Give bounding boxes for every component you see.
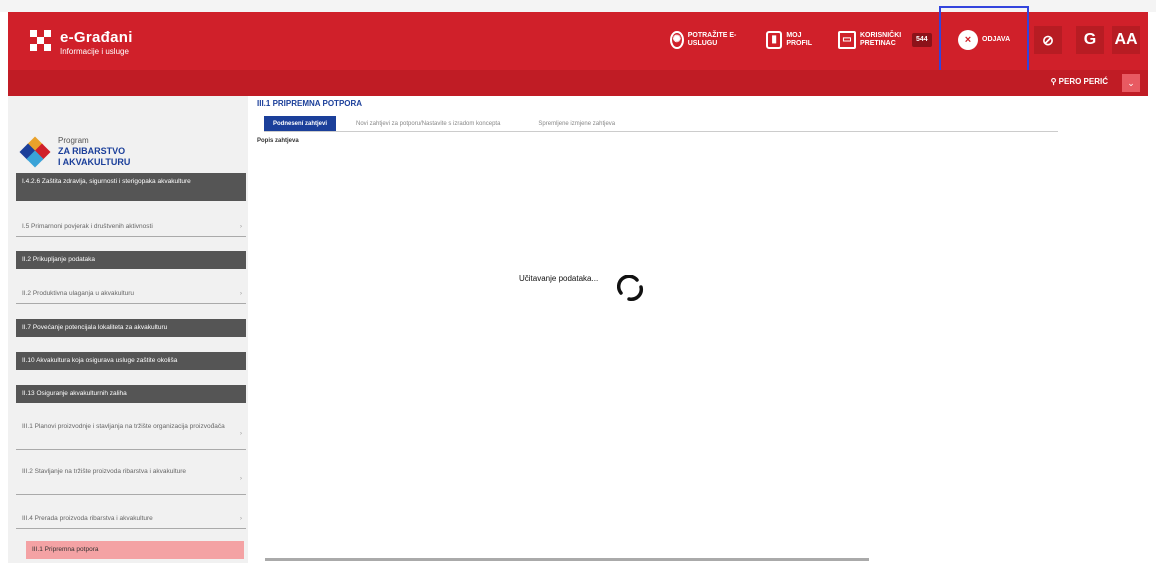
horizontal-scrollbar[interactable] [265,558,869,561]
sidebar-item-II2b[interactable]: II.2 Produktivna ulaganja u akvakulturu › [16,285,246,304]
sidebar-item-II7[interactable]: II.7 Povećanje potencijala lokaliteta za… [16,319,246,337]
sidebar-item-label: II.7 Povećanje potencijala lokaliteta za… [22,324,168,331]
user-name: PERO PERIĆ [1058,77,1108,86]
logout-label: ODJAVA [982,36,1011,43]
sidebar-item-III1[interactable]: III.1 Planovi proizvodnje i stavljanja n… [16,418,246,450]
site-header: e-Građani Informacije i usluge ✺ POTRAŽI… [8,12,1148,70]
chevron-down-icon: ⌄ [1127,77,1135,88]
sidebar-item-label: II.10 Akvakultura koja osigurava usluge … [22,357,178,364]
my-profile-button[interactable]: ▮ MOJ PROFIL [766,26,824,54]
visibility-toggle-button[interactable]: ⊘ [1034,26,1062,54]
program-line2: ZA RIBARSTVO [58,146,126,156]
program-text: Program ZA RIBARSTVO I AKVAKULTURU [58,135,130,168]
sidebar-item-label: III.4 Prerada proizvoda ribarstva i akva… [22,515,153,522]
sidebar-item-II2a[interactable]: II.2 Prikupljanje podataka [16,251,246,269]
loading-spinner-icon [617,275,643,301]
mailbox-icon: ▭ [838,31,856,49]
user-bar: ⚲ PERO PERIĆ ⌄ [8,70,1148,96]
font-toggle-button[interactable]: G [1076,26,1104,54]
sidebar-item-III1-pripremna[interactable]: III.1 Pripremna potpora [26,541,244,559]
sidebar-item-I426[interactable]: I.4.2.6 Zaštita zdravlja, sigurnosti i s… [16,173,246,201]
tab-saved-changes[interactable]: Spremljene izmjene zahtjeva [514,116,629,131]
sidebar-item-label: II.2 Prikupljanje podataka [22,256,95,263]
eye-off-icon: ⊘ [1042,31,1054,48]
program-diamond-icon [19,136,51,167]
sidebar-item-II10[interactable]: II.10 Akvakultura koja osigurava usluge … [16,352,246,370]
chevron-right-icon: › [239,429,242,437]
logout-button[interactable]: × ODJAVA [958,26,1022,54]
sidebar-item-label: I.4.2.6 Zaštita zdravlja, sigurnosti i s… [22,178,191,185]
sidebar-item-label: I.5 Primarnoni povjerak i društvenih akt… [22,223,153,230]
brand[interactable]: e-Građani Informacije i usluge [60,29,133,56]
brand-subtitle: Informacije i usluge [60,47,129,56]
user-menu[interactable]: ⚲ PERO PERIĆ [1051,77,1108,86]
sidebar-item-label: II.13 Osiguranje akvakulturnih zaliha [22,390,127,397]
search-eservice-label: POTRAŽITE E-USLUGU [687,32,737,47]
sidebar-item-label: II.2 Produktivna ulaganja u akvakulturu [22,290,135,297]
chevron-right-icon: › [239,515,242,522]
profile-icon: ▮ [766,31,783,49]
sidebar-item-III4[interactable]: III.4 Prerada proizvoda ribarstva i akva… [16,510,246,529]
user-mailbox-button[interactable]: ▭ KORISNIČKI PRETINAC 544 [838,26,943,54]
close-circle-icon: × [958,30,978,50]
tab-bar: Podnesení zahtjevi Novi zahtjevi za potp… [264,116,1058,132]
program-logo[interactable]: Program ZA RIBARSTVO I AKVAKULTURU [19,135,130,168]
chevron-right-icon: › [239,290,242,297]
croatian-checker-logo[interactable] [30,30,52,52]
sidebar-item-I5[interactable]: I.5 Primarnoni povjerak i društvenih akt… [16,218,246,237]
chevron-right-icon: › [239,223,242,230]
user-dropdown-button[interactable]: ⌄ [1122,74,1140,92]
page-title: III.1 PRIPREMNA POTPORA [257,99,363,108]
mailbox-count-badge: 544 [912,33,932,47]
program-line1: Program [58,136,89,145]
brand-title: e-Građani [60,29,133,46]
my-profile-label: MOJ PROFIL [786,32,812,47]
browser-top-strip [0,0,1156,12]
search-eservice-button[interactable]: ✺ POTRAŽITE E-USLUGU [670,26,742,54]
person-icon: ⚲ [1050,77,1059,86]
tab-new-requests[interactable]: Novi zahtjevi za potporu/Nastavite s izr… [336,116,514,131]
request-list-heading: Popis zahtjeva [257,138,299,144]
sidebar-item-label: III.1 Pripremna potpora [32,546,99,553]
sidebar-item-label: III.2 Stavljanje na tržište proizvoda ri… [22,468,187,475]
tab-submitted-requests[interactable]: Podnesení zahtjevi [264,116,336,131]
text-size-button[interactable]: AA [1112,26,1140,54]
program-line3: I AKVAKULTURU [58,157,131,167]
sidebar-item-III2[interactable]: III.2 Stavljanje na tržište proizvoda ri… [16,463,246,495]
sidebar-item-II13[interactable]: II.13 Osiguranje akvakulturnih zaliha [16,385,246,403]
globe-icon: ✺ [670,31,684,49]
chevron-right-icon: › [239,474,242,482]
loading-text: Učitavanje podataka... [519,274,599,283]
sidebar-item-label: III.1 Planovi proizvodnje i stavljanja n… [22,423,225,430]
user-mailbox-label: KORISNIČKI PRETINAC [860,32,902,47]
